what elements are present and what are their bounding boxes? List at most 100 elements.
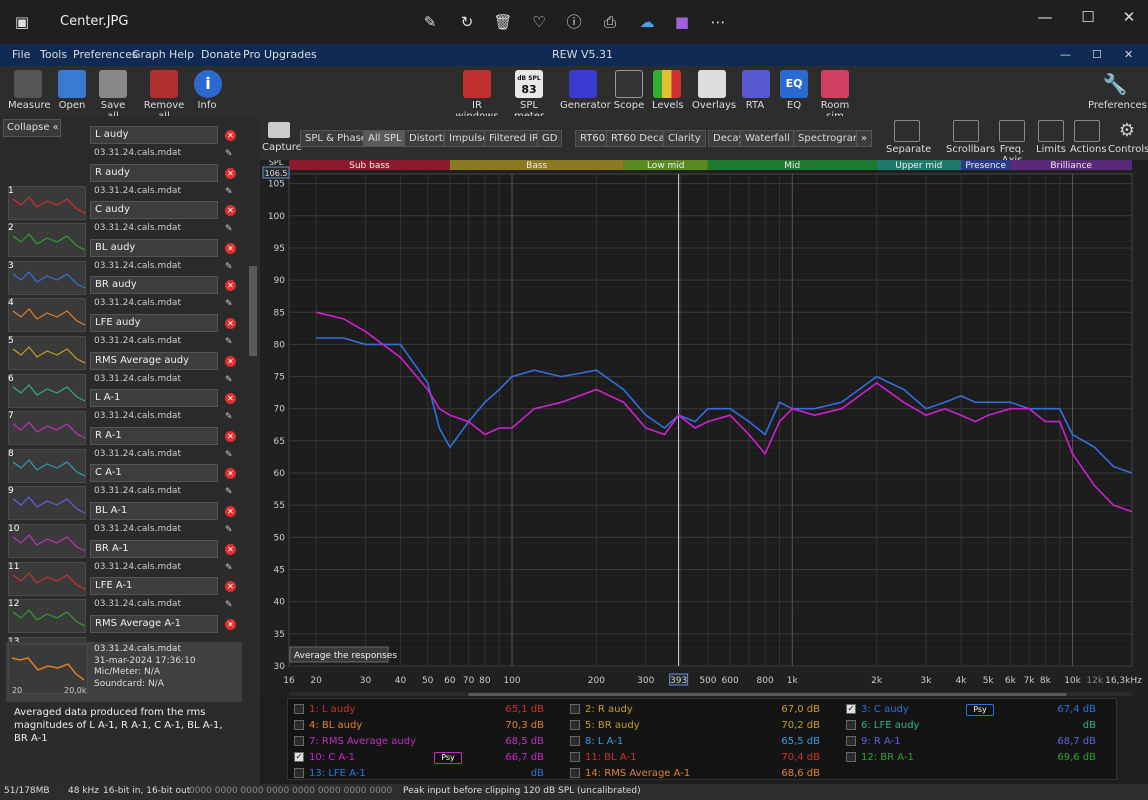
tab-all-spl[interactable]: All SPL (363, 130, 407, 147)
print-icon[interactable]: ⎙ (598, 10, 622, 34)
remove-measurement-icon[interactable]: ✕ (225, 242, 236, 254)
preferences-button[interactable]: 🔧 Preferences (1088, 70, 1147, 111)
actions-button[interactable]: Actions (1070, 120, 1107, 155)
menu-preferences[interactable]: Preferences (73, 48, 138, 61)
legend-checkbox[interactable] (570, 704, 580, 714)
measurement-name-field[interactable]: RMS Average A-1 (90, 614, 218, 633)
legend-checkbox[interactable]: ✓ (294, 752, 304, 762)
measurement-item[interactable]: 3 BL audy ✕ 03.31.24.cals.mdat ✎ (6, 238, 242, 295)
edit-notes-icon[interactable]: ✎ (225, 299, 236, 309)
info-icon[interactable]: ⓘ (562, 10, 586, 34)
cloud-icon[interactable]: ☁ (635, 10, 659, 34)
sidebar-scrollbar[interactable] (246, 116, 260, 784)
remove-measurement-icon[interactable]: ✕ (225, 318, 236, 329)
remove-measurement-icon[interactable]: ✕ (225, 581, 236, 593)
edit-notes-icon[interactable]: ✎ (225, 149, 236, 159)
edit-icon[interactable]: ✎ (418, 10, 442, 34)
measurement-name-field[interactable]: BR A-1 (90, 539, 218, 558)
tab-clarity[interactable]: Clarity (663, 130, 706, 147)
menu-donate[interactable]: Donate (201, 48, 241, 61)
edit-notes-icon[interactable]: ✎ (225, 187, 236, 197)
menu-tools[interactable]: Tools (40, 48, 67, 61)
measurement-item[interactable]: 9 C A-1 ✕ 03.31.24.cals.mdat ✎ (6, 464, 242, 521)
edit-notes-icon[interactable]: ✎ (225, 375, 236, 385)
scope-button[interactable]: Scope (613, 70, 645, 111)
delete-icon[interactable]: 🗑 (491, 10, 515, 34)
tab-gd[interactable]: GD (537, 130, 563, 147)
legend-item[interactable]: 8: L A-1 (570, 735, 623, 749)
measurement-item[interactable]: 4 BR audy ✕ 03.31.24.cals.mdat ✎ (6, 276, 242, 333)
rew-close-icon[interactable]: ✕ (1124, 48, 1133, 61)
measurement-name-field[interactable]: L A-1 (90, 389, 218, 408)
edit-notes-icon[interactable]: ✎ (225, 262, 236, 272)
open-button[interactable]: Open (56, 70, 88, 111)
measurement-item[interactable]: 5 LFE audy ✕ 03.31.24.cals.mdat ✎ (6, 314, 242, 370)
measurement-name-field[interactable]: BL audy (90, 238, 218, 257)
legend-item[interactable]: 14: RMS Average A-1 (570, 767, 690, 781)
legend-checkbox[interactable] (570, 768, 580, 778)
remove-all-button[interactable]: Remove all (140, 70, 188, 122)
legend-item[interactable]: 5: BR audy (570, 719, 640, 733)
close-icon[interactable]: ✕ (1114, 8, 1144, 32)
measurement-name-field[interactable]: C audy (90, 201, 218, 220)
maximize-icon[interactable]: ☐ (1073, 8, 1103, 32)
remove-measurement-icon[interactable]: ✕ (225, 205, 236, 217)
favorite-icon[interactable]: ♡ (527, 10, 551, 34)
measurement-name-field[interactable]: RMS Average audy (90, 351, 218, 370)
scrollbars-button[interactable]: Scrollbars (946, 120, 995, 155)
tab-filtered-ir[interactable]: Filtered IR (484, 130, 545, 147)
legend-item[interactable]: ✓ 3: C audy (846, 703, 909, 717)
more-icon[interactable]: ⋯ (706, 10, 730, 34)
legend-checkbox[interactable] (570, 752, 580, 762)
measurement-item[interactable]: 8 R A-1 ✕ 03.31.24.cals.mdat ✎ (6, 426, 242, 483)
legend-checkbox[interactable] (846, 736, 856, 746)
legend-item[interactable]: 6: LFE audy (846, 719, 919, 733)
measurement-name-field[interactable]: BR audy (90, 276, 218, 295)
legend-item[interactable]: 4: BL audy (294, 719, 362, 733)
edit-notes-icon[interactable]: ✎ (225, 450, 236, 460)
menu-graph[interactable]: Graph (132, 48, 166, 61)
measurement-name-field[interactable]: LFE audy (90, 314, 218, 332)
separate-button[interactable]: Separate (886, 120, 931, 155)
legend-checkbox[interactable] (570, 720, 580, 730)
psy-smoothing-badge[interactable]: Psy (434, 752, 462, 764)
levels-button[interactable]: Levels (652, 70, 684, 111)
remove-measurement-icon[interactable]: ✕ (225, 167, 236, 179)
edit-notes-icon[interactable]: ✎ (225, 600, 236, 610)
measurement-item[interactable]: 7 L A-1 ✕ 03.31.24.cals.mdat ✎ (6, 389, 242, 446)
edit-notes-icon[interactable]: ✎ (225, 487, 236, 497)
legend-checkbox[interactable] (294, 704, 304, 714)
measurement-name-field[interactable]: R audy (90, 163, 218, 182)
remove-measurement-icon[interactable]: ✕ (225, 280, 236, 292)
remove-measurement-icon[interactable]: ✕ (225, 430, 236, 442)
spl-graph[interactable]: Sub bass Bass Low mid Mid Upper mid Presence B… (260, 158, 1148, 702)
tab-waterfall[interactable]: Waterfall (740, 130, 795, 147)
legend-item[interactable]: 2: R audy (570, 703, 633, 717)
rotate-icon[interactable]: ↻ (455, 10, 479, 34)
menu-file[interactable]: File (12, 48, 30, 61)
measurement-name-field[interactable]: L audy (90, 126, 218, 144)
measurement-item[interactable]: L audy ✕ 03.31.24.cals.mdat ✎ (6, 126, 242, 164)
info-button[interactable]: i Info (194, 70, 222, 111)
legend-checkbox[interactable] (294, 768, 304, 778)
legend-checkbox[interactable]: ✓ (846, 704, 856, 714)
edit-notes-icon[interactable]: ✎ (225, 224, 236, 234)
remove-measurement-icon[interactable]: ✕ (225, 355, 236, 367)
rew-minimize-icon[interactable]: — (1060, 48, 1071, 61)
legend-item[interactable]: 1: L audy (294, 703, 355, 717)
eq-button[interactable]: EQ EQ (780, 70, 808, 111)
measurement-item[interactable]: 1 R audy ✕ 03.31.24.cals.mdat ✎ (6, 163, 242, 220)
legend-checkbox[interactable] (846, 752, 856, 762)
measurement-item[interactable]: 2 C audy ✕ 03.31.24.cals.mdat ✎ (6, 201, 242, 258)
measurement-item[interactable]: 12 LFE A-1 ✕ 03.31.24.cals.mdat ✎ (6, 577, 242, 634)
capture-button[interactable]: Capture (262, 122, 302, 153)
edit-notes-icon[interactable]: ✎ (225, 525, 236, 535)
remove-measurement-icon[interactable]: ✕ (225, 130, 236, 141)
psy-smoothing-badge[interactable]: Psy (966, 704, 994, 716)
remove-measurement-icon[interactable]: ✕ (225, 468, 236, 480)
spl-chart[interactable]: Sub bass Bass Low mid Mid Upper mid Presence B… (260, 158, 1148, 702)
measurement-name-field[interactable]: LFE A-1 (90, 577, 218, 596)
edit-notes-icon[interactable]: ✎ (225, 412, 236, 422)
legend-checkbox[interactable] (294, 720, 304, 730)
generator-button[interactable]: Generator (560, 70, 611, 111)
